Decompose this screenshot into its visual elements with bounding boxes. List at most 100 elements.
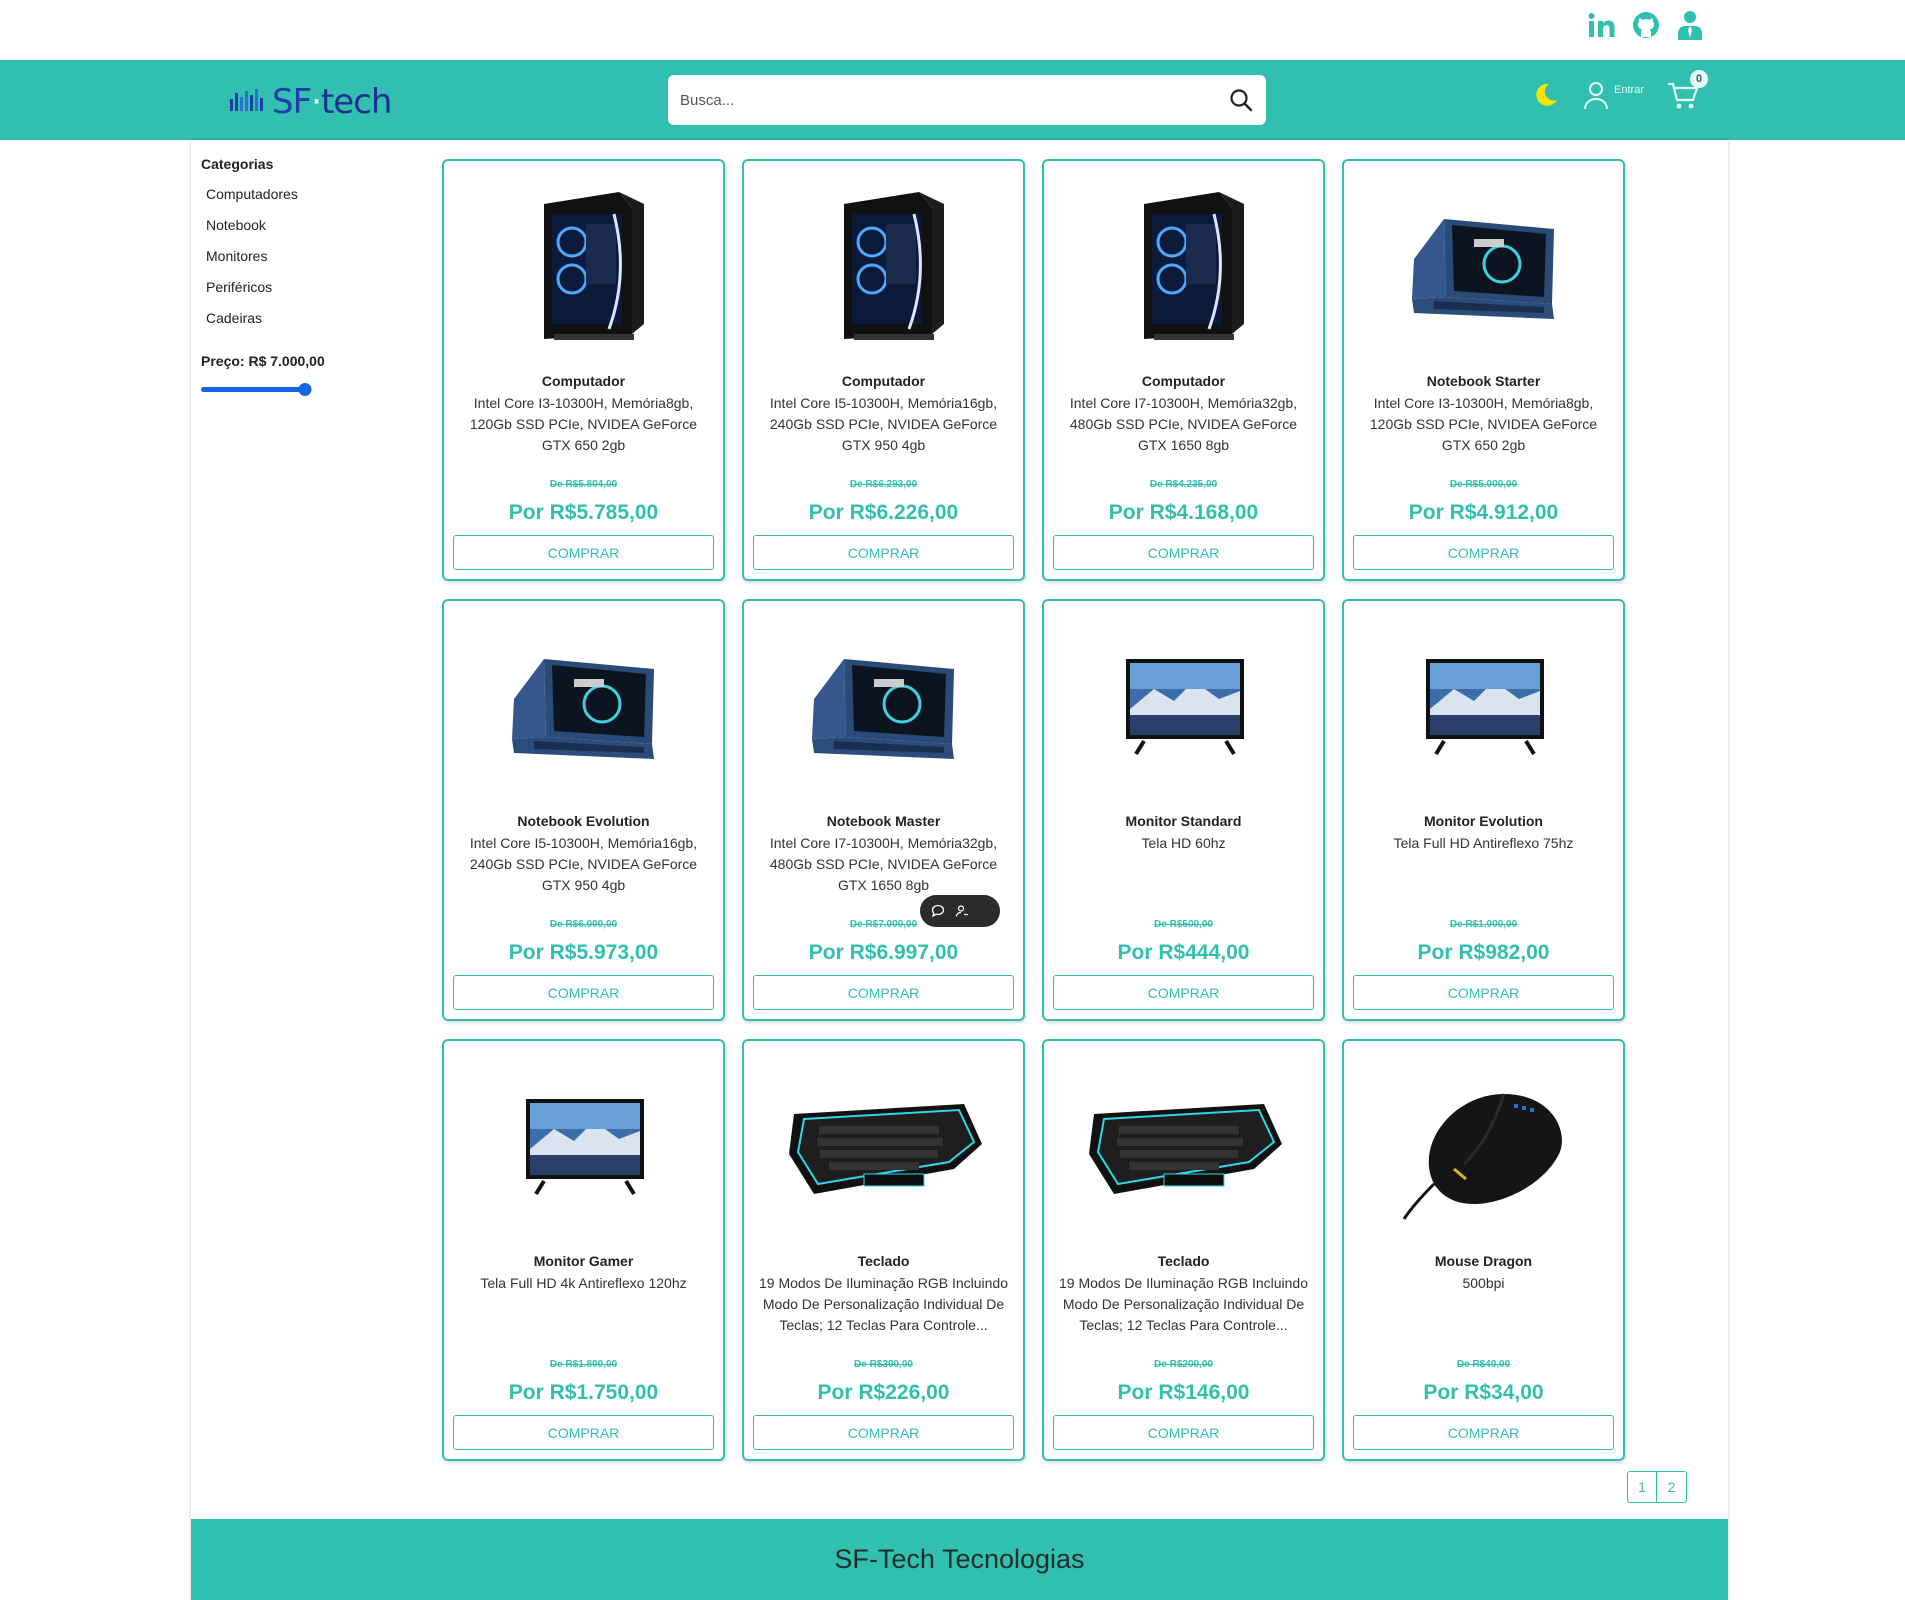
price-slider-thumb[interactable] [298, 383, 312, 396]
social-links [1587, 10, 1705, 40]
product-old-price: De R$1.000,00 [1449, 919, 1518, 930]
page-button-2[interactable]: 2 [1657, 1471, 1687, 1503]
sidebar-item-computadores[interactable]: Computadores [201, 186, 401, 217]
buy-button[interactable]: COMPRAR [753, 535, 1014, 570]
product-image-monitor[interactable] [444, 1051, 723, 1246]
product-image-keyboard[interactable] [744, 1051, 1023, 1246]
product-name: Mouse Dragon [1434, 1253, 1533, 1269]
linkedin-icon[interactable] [1587, 10, 1617, 40]
product-card[interactable]: Notebook Evolution Intel Core I5-10300H, … [442, 599, 725, 1021]
product-description: Tela Full HD 4k Antireflexo 120hz [480, 1275, 687, 1291]
product-description: Intel Core I7-10300H, Memória32gb, 480Gb… [1069, 395, 1298, 453]
product-image-keyboard[interactable] [1044, 1051, 1323, 1246]
category-sidebar: Categorias Computadores Notebook Monitor… [201, 156, 401, 396]
cart-button[interactable]: 0 [1666, 70, 1708, 112]
product-price: Por R$4.168,00 [1108, 501, 1259, 524]
product-card[interactable]: Teclado 19 Modos De Iluminação RGB Inclui… [1042, 1039, 1325, 1461]
search-input[interactable] [668, 75, 1216, 125]
product-image-laptop[interactable] [444, 611, 723, 806]
product-name: Computador [1141, 373, 1226, 389]
product-image-laptop[interactable] [744, 611, 1023, 806]
product-old-price: De R$40,00 [1456, 1359, 1511, 1370]
search-icon[interactable] [1216, 75, 1266, 125]
product-price: Por R$4.912,00 [1408, 501, 1559, 524]
site-logo[interactable]: SF·tech [230, 82, 392, 122]
product-old-price: De R$4.235,00 [1149, 479, 1218, 490]
product-price: Por R$6.226,00 [808, 501, 959, 524]
product-price: Por R$226,00 [817, 1381, 950, 1404]
product-description: 19 Modos De Iluminação RGB Incluindo Mod… [1058, 1275, 1309, 1333]
product-name: Teclado [1157, 1253, 1210, 1269]
top-social-bar [0, 0, 1905, 60]
product-name: Teclado [857, 1253, 910, 1269]
product-old-price: De R$6.293,00 [849, 479, 918, 490]
product-image-desktop-pc[interactable] [1044, 171, 1323, 366]
price-slider-track [201, 387, 305, 392]
sidebar-item-cadeiras[interactable]: Cadeiras [201, 310, 401, 341]
login-button[interactable]: Entrar [1582, 80, 1644, 110]
price-slider[interactable] [201, 383, 312, 396]
page-button-1[interactable]: 1 [1627, 1471, 1657, 1503]
buy-button[interactable]: COMPRAR [453, 975, 714, 1010]
product-grid: Computador Intel Core I3-10300H, Memória8… [442, 159, 1625, 1461]
product-price: Por R$6.997,00 [808, 941, 959, 964]
product-image-monitor[interactable] [1344, 611, 1623, 806]
profile-icon[interactable] [1675, 10, 1705, 40]
product-name: Computador [541, 373, 626, 389]
product-old-price: De R$6.000,00 [549, 919, 618, 930]
logo-text: SF·tech [272, 82, 392, 122]
product-image-monitor[interactable] [1044, 611, 1323, 806]
buy-button[interactable]: COMPRAR [1353, 1415, 1614, 1450]
buy-button[interactable]: COMPRAR [753, 1415, 1014, 1450]
buy-button[interactable]: COMPRAR [1053, 975, 1314, 1010]
product-name: Monitor Standard [1125, 813, 1242, 829]
product-description: Intel Core I5-10300H, Memória16gb, 240Gb… [769, 395, 998, 453]
product-card[interactable]: Notebook Master Intel Core I7-10300H, Mem… [742, 599, 1025, 1021]
product-old-price: De R$1.800,00 [549, 1359, 618, 1370]
product-price: Por R$1.750,00 [508, 1381, 659, 1404]
product-card[interactable]: Computador Intel Core I7-10300H, Memória3… [1042, 159, 1325, 581]
product-description: 19 Modos De Iluminação RGB Incluindo Mod… [758, 1275, 1009, 1333]
product-old-price: De R$300,00 [854, 1359, 913, 1370]
add-person-icon[interactable] [954, 903, 970, 919]
product-image-mouse[interactable] [1344, 1051, 1623, 1246]
product-card[interactable]: Monitor Evolution Tela Full HD Antireflex… [1342, 599, 1625, 1021]
footer: SF-Tech Tecnologias [191, 1519, 1728, 1600]
product-description: Intel Core I3-10300H, Memória8gb, 120Gb … [469, 395, 698, 453]
product-card[interactable]: Monitor Standard Tela HD 60hz De R$500,00 P… [1042, 599, 1325, 1021]
product-old-price: De R$5.804,00 [549, 479, 618, 490]
product-description: 500bpi [1462, 1275, 1505, 1291]
product-price: Por R$34,00 [1423, 1381, 1544, 1404]
buy-button[interactable]: COMPRAR [453, 535, 714, 570]
buy-button[interactable]: COMPRAR [753, 975, 1014, 1010]
product-price: Por R$444,00 [1117, 941, 1250, 964]
product-description: Tela Full HD Antireflexo 75hz [1393, 835, 1574, 851]
sidebar-item-monitores[interactable]: Monitores [201, 248, 401, 279]
sidebar-item-notebook[interactable]: Notebook [201, 217, 401, 248]
product-card[interactable]: Computador Intel Core I3-10300H, Memória8… [442, 159, 725, 581]
product-card[interactable]: Monitor Gamer Tela Full HD 4k Antireflexo… [442, 1039, 725, 1461]
buy-button[interactable]: COMPRAR [1053, 1415, 1314, 1450]
product-image-laptop[interactable] [1344, 171, 1623, 366]
dark-mode-moon-icon[interactable] [1530, 80, 1560, 110]
sidebar-item-perifericos[interactable]: Periféricos [201, 279, 401, 310]
footer-text: SF-Tech Tecnologias [834, 1544, 1085, 1574]
github-icon[interactable] [1631, 10, 1661, 40]
header-actions: Entrar 0 [1530, 70, 1708, 112]
product-description: Intel Core I7-10300H, Memória32gb, 480Gb… [769, 835, 998, 893]
product-image-desktop-pc[interactable] [744, 171, 1023, 366]
buy-button[interactable]: COMPRAR [1053, 535, 1314, 570]
buy-button[interactable]: COMPRAR [453, 1415, 714, 1450]
product-card[interactable]: Notebook Starter Intel Core I3-10300H, Me… [1342, 159, 1625, 581]
user-icon [1584, 82, 1609, 110]
buy-button[interactable]: COMPRAR [1353, 975, 1614, 1010]
price-filter-label: Preço: R$ 7.000,00 [201, 353, 325, 369]
product-name: Notebook Evolution [517, 813, 650, 829]
chat-bubble-icon[interactable] [930, 903, 946, 919]
product-card[interactable]: Computador Intel Core I5-10300H, Memória1… [742, 159, 1025, 581]
product-card[interactable]: Teclado 19 Modos De Iluminação RGB Inclui… [742, 1039, 1025, 1461]
buy-button[interactable]: COMPRAR [1353, 535, 1614, 570]
product-image-desktop-pc[interactable] [444, 171, 723, 366]
product-card[interactable]: Mouse Dragon 500bpi De R$40,00 Por R$34,00 C… [1342, 1039, 1625, 1461]
product-description: Intel Core I3-10300H, Memória8gb, 120Gb … [1369, 395, 1598, 453]
